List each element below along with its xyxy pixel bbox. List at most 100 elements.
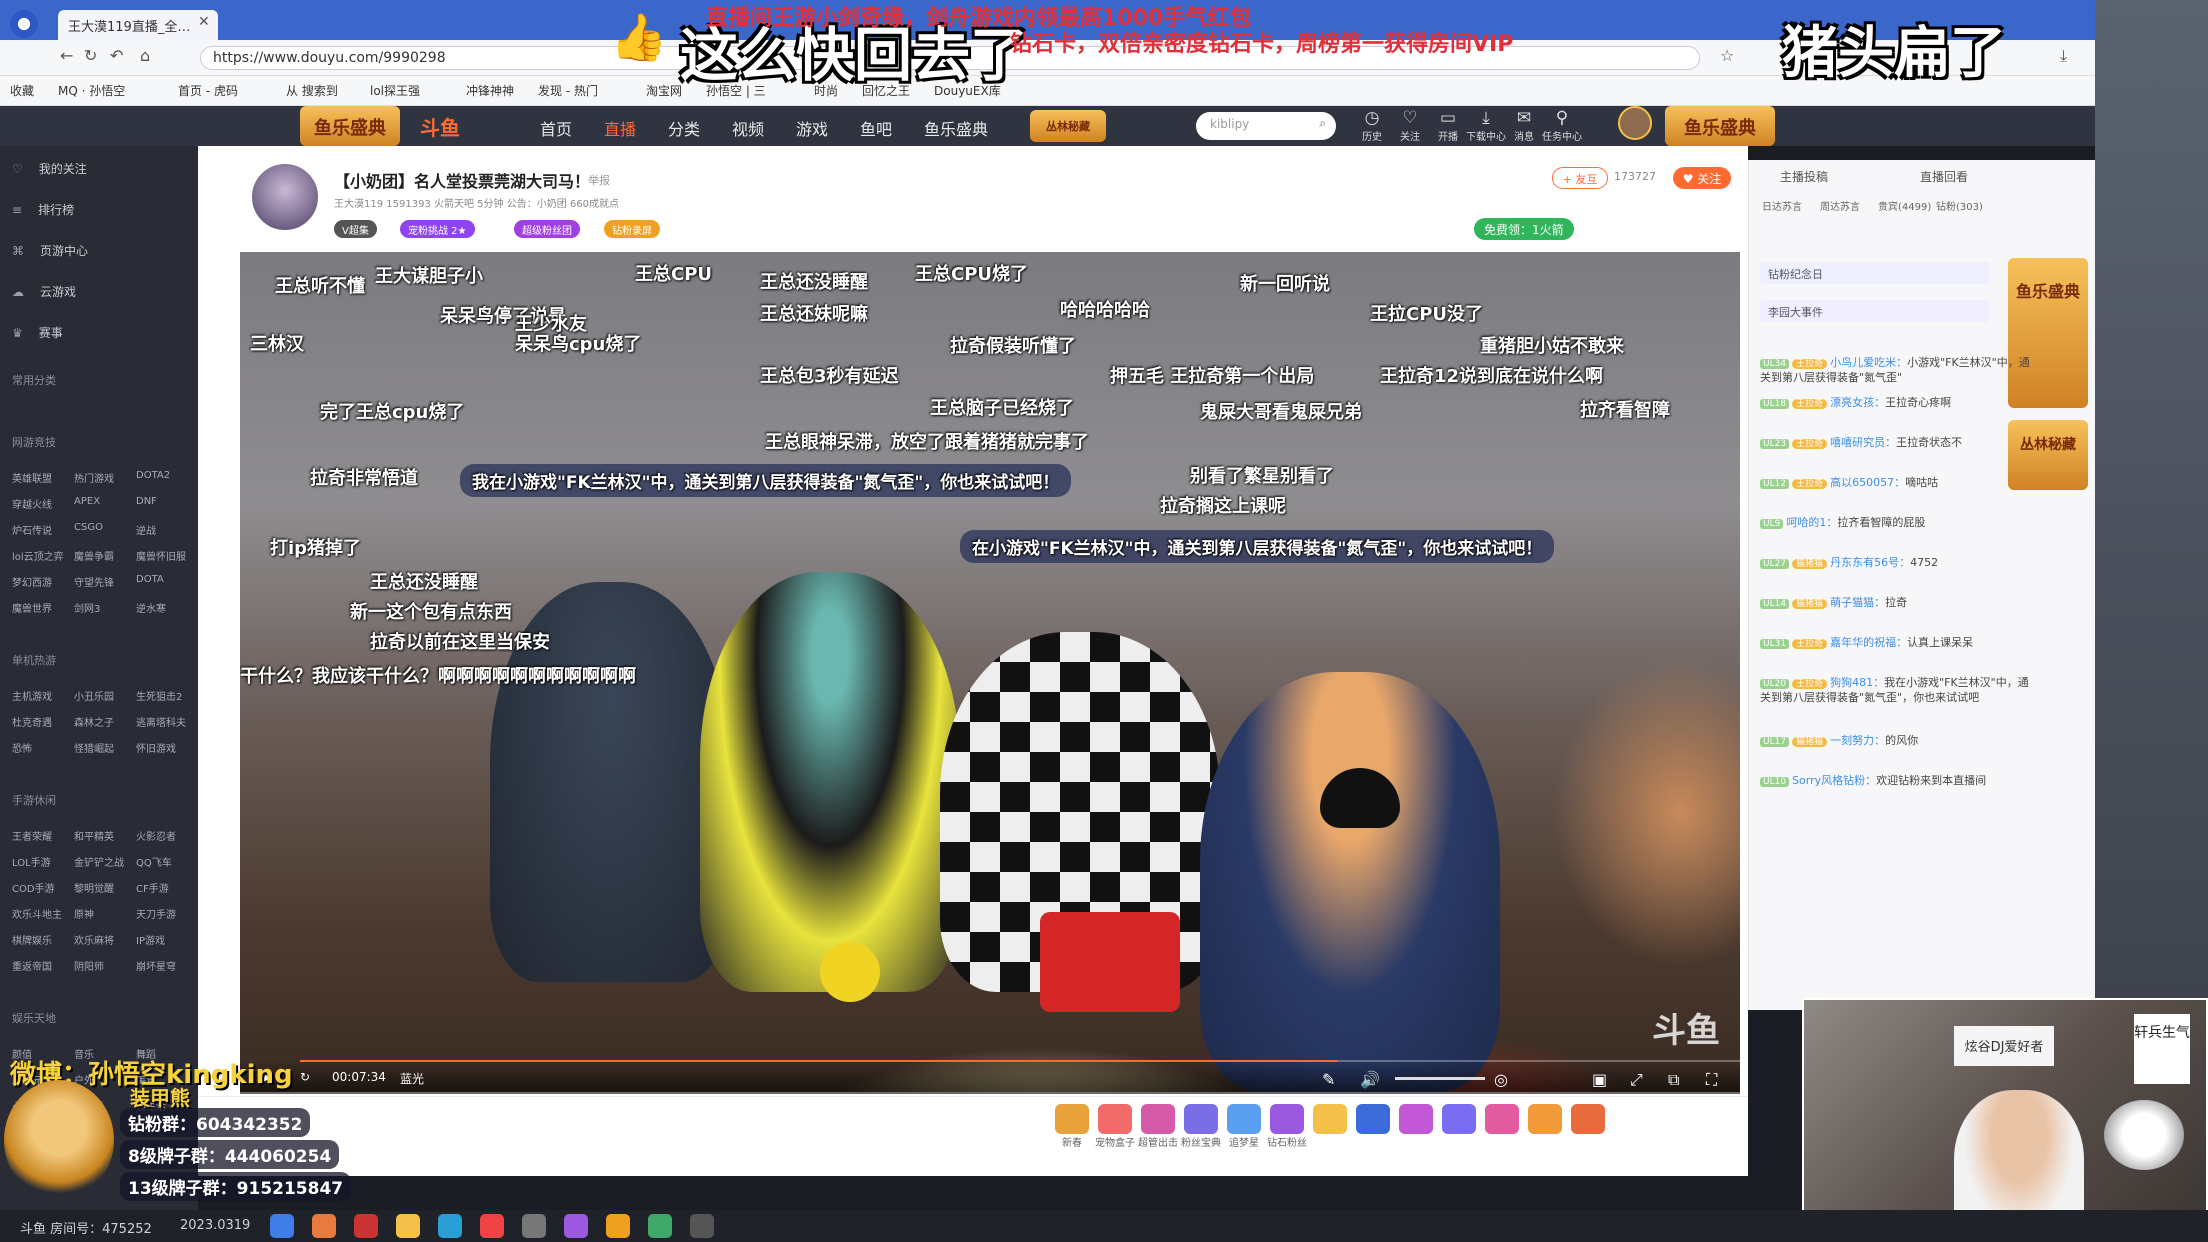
webfullscreen-icon[interactable]: ⤢ xyxy=(1630,1070,1643,1090)
category-link[interactable]: 欢乐麻将 xyxy=(74,932,114,947)
chat-subtab[interactable]: 贵宾(4499) xyxy=(1878,198,1931,213)
add-friend-button[interactable]: + 友互 xyxy=(1552,167,1608,189)
gift-item[interactable] xyxy=(1351,1104,1395,1148)
category-link[interactable]: 杜克奇遇 xyxy=(12,714,52,729)
sidebar-item-0[interactable]: ♡ 我的关注 xyxy=(12,160,87,177)
category-link[interactable]: 逆战 xyxy=(136,522,156,537)
chat-tab[interactable]: 直播回看 xyxy=(1920,168,1968,185)
nav-首页[interactable]: 首页 xyxy=(540,116,572,140)
fullscreen-icon[interactable]: ⛶ xyxy=(1706,1070,1717,1090)
bookmark-item[interactable]: 冲锋神神 xyxy=(466,82,514,99)
category-link[interactable]: 原神 xyxy=(74,906,94,921)
gift-item[interactable] xyxy=(1566,1104,1610,1148)
user-avatar[interactable] xyxy=(1618,106,1652,140)
chat-username[interactable]: 漂亮女孩： xyxy=(1830,396,1885,409)
header-camera-button[interactable]: ▭ 开播 xyxy=(1428,108,1468,143)
nav-视频[interactable]: 视频 xyxy=(732,116,764,140)
category-link[interactable]: 欢乐斗地主 xyxy=(12,906,62,921)
category-link[interactable]: 怀旧游戏 xyxy=(136,740,176,755)
room-tag[interactable]: 钻粉录屏 xyxy=(604,220,660,238)
refresh-icon[interactable]: ↻ xyxy=(84,46,97,65)
volume-slider[interactable] xyxy=(1395,1077,1485,1080)
room-tag[interactable]: V超集 xyxy=(334,220,377,238)
room-tag[interactable]: 超级粉丝团 xyxy=(514,220,580,238)
download-icon[interactable]: ⤓ xyxy=(2060,46,2067,66)
star-icon[interactable]: ☆ xyxy=(1720,46,1734,65)
taskbar-app-icon[interactable] xyxy=(438,1214,462,1238)
category-link[interactable]: 魔兽世界 xyxy=(12,600,52,615)
taskbar-app-icon[interactable] xyxy=(522,1214,546,1238)
sidebar-item-2[interactable]: ⌘ 页游中心 xyxy=(12,242,88,259)
douyu-logo[interactable]: 斗鱼 xyxy=(420,112,460,141)
search-input[interactable]: kiblipy ⌕ xyxy=(1196,112,1336,140)
gift-item[interactable]: 追梦星 xyxy=(1222,1104,1266,1149)
quality-label[interactable]: 蓝光 xyxy=(400,1070,424,1087)
category-link[interactable]: IP游戏 xyxy=(136,932,165,947)
taskbar-app-icon[interactable] xyxy=(270,1214,294,1238)
category-link[interactable]: 穿越火线 xyxy=(12,496,52,511)
browser-tab[interactable]: 王大漠119直播_全… xyxy=(58,10,218,40)
room-tag[interactable]: 宠粉挑战 2★ xyxy=(400,220,475,238)
gift-item[interactable] xyxy=(1437,1104,1481,1148)
taskbar-app-icon[interactable] xyxy=(690,1214,714,1238)
gift-item[interactable] xyxy=(1523,1104,1567,1148)
category-link[interactable]: 守望先锋 xyxy=(74,574,114,589)
category-link[interactable]: 森林之子 xyxy=(74,714,114,729)
event-banner-left[interactable]: 鱼乐盛典 xyxy=(300,106,400,146)
category-link[interactable]: 崩坏星穹 xyxy=(136,958,176,973)
report-link[interactable]: 举报 xyxy=(588,172,610,188)
bookmark-item[interactable]: 从 搜索到 xyxy=(286,82,338,99)
search-icon[interactable]: ⌕ xyxy=(1319,116,1326,131)
category-link[interactable]: 魔兽争霸 xyxy=(74,548,114,563)
undo-icon[interactable]: ↶ xyxy=(110,46,123,65)
back-icon[interactable]: ← xyxy=(60,46,73,65)
event-badge[interactable]: 丛林秘藏 xyxy=(1030,110,1106,142)
browser-logo-icon[interactable] xyxy=(10,10,38,38)
chat-username[interactable]: 嘉年华的祝福： xyxy=(1830,636,1907,649)
gift-item[interactable] xyxy=(1308,1104,1352,1148)
header-download-button[interactable]: ⤓ 下载中心 xyxy=(1466,108,1506,143)
category-link[interactable]: 主机游戏 xyxy=(12,688,52,703)
gift-item[interactable]: 新春 xyxy=(1050,1104,1094,1149)
sidebar-item-1[interactable]: ≡ 排行榜 xyxy=(12,201,74,218)
category-link[interactable]: 炉石传说 xyxy=(12,522,52,537)
close-icon[interactable]: ✕ xyxy=(198,14,210,30)
taskbar-app-icon[interactable] xyxy=(480,1214,504,1238)
bookmark-item[interactable]: 收藏 xyxy=(10,82,34,99)
category-link[interactable]: 生死狙击2 xyxy=(136,688,182,703)
category-link[interactable]: CSGO xyxy=(74,522,103,533)
header-bell-button[interactable]: ✉ 消息 xyxy=(1504,108,1544,143)
video-player[interactable]: 王总听不懂 王大谋胆子小 王总CPU 王总还没睡醒 王总CPU烧了 新一回听说 呆呆鸟停了说… xyxy=(240,252,1740,1092)
free-gift-button[interactable]: 免费领：1火箭 xyxy=(1474,218,1574,240)
chat-subtab[interactable]: 钻粉(303) xyxy=(1936,198,1983,213)
bookmark-item[interactable]: lol探王强 xyxy=(370,82,420,99)
gift-item[interactable]: 超管出击 xyxy=(1136,1104,1180,1149)
nav-鱼乐盛典[interactable]: 鱼乐盛典 xyxy=(924,116,988,140)
category-link[interactable]: 和平精英 xyxy=(74,828,114,843)
header-clock-button[interactable]: ◷ 历史 xyxy=(1352,108,1392,143)
progress-bar[interactable] xyxy=(300,1060,1740,1062)
category-link[interactable]: CF手游 xyxy=(136,880,169,895)
chat-username[interactable]: 萌子猫猫： xyxy=(1830,596,1885,609)
chat-username[interactable]: 嘻嘻研究员： xyxy=(1830,436,1896,449)
category-link[interactable]: LOL手游 xyxy=(12,854,51,869)
chat-username[interactable]: 一刻努力： xyxy=(1830,734,1885,747)
danmaku-toggle-icon[interactable]: ◎ xyxy=(1494,1070,1508,1089)
gift-item[interactable]: 粉丝宝典 xyxy=(1179,1104,1223,1149)
home-icon[interactable]: ⌂ xyxy=(140,46,150,65)
category-link[interactable]: 天刀手游 xyxy=(136,906,176,921)
category-link[interactable]: 梦幻西游 xyxy=(12,574,52,589)
volume-icon[interactable]: 🔊 xyxy=(1360,1070,1380,1089)
nav-鱼吧[interactable]: 鱼吧 xyxy=(860,116,892,140)
chat-tab[interactable]: 主播投稿 xyxy=(1780,168,1828,185)
refresh-stream-icon[interactable]: ↻ xyxy=(300,1070,310,1084)
edit-icon[interactable]: ✎ xyxy=(1322,1070,1335,1089)
bookmark-item[interactable]: MQ · 孙悟空 xyxy=(58,82,125,99)
chat-event-banner[interactable]: 鱼乐盛典 xyxy=(2008,258,2088,408)
taskbar-app-icon[interactable] xyxy=(312,1214,336,1238)
category-link[interactable]: lol云顶之弈 xyxy=(12,548,64,563)
category-link[interactable]: 逃离塔科夫 xyxy=(136,714,186,729)
category-link[interactable]: 王者荣耀 xyxy=(12,828,52,843)
event-news[interactable]: 李园大事件 xyxy=(1760,300,1990,322)
gift-item[interactable] xyxy=(1480,1104,1524,1148)
